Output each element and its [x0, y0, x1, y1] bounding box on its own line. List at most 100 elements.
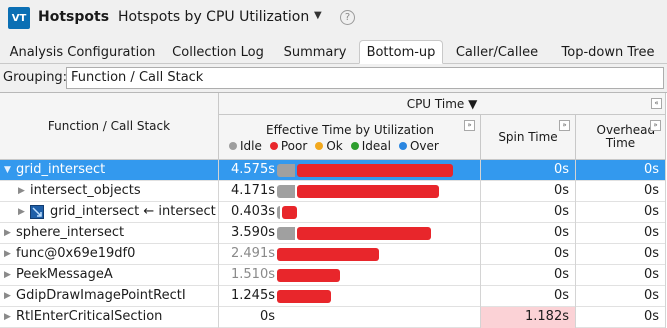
table-row[interactable]: ▼ grid_intersect 4.575s 0s 0s	[0, 160, 666, 181]
idle-time-bar	[277, 206, 280, 219]
function-name: grid_intersect	[16, 162, 106, 177]
column-header-overhead-time[interactable]: Overhead Time »	[576, 115, 666, 160]
function-cell[interactable]: ▶ PeekMessageA	[0, 265, 219, 286]
grouping-select[interactable]: Function / Call Stack	[66, 67, 664, 89]
ok-swatch	[315, 142, 324, 150]
table-row[interactable]: ▶ RtlEnterCriticalSection 0s 1.182s 0s	[0, 307, 666, 328]
effective-time-cell[interactable]: 4.171s	[219, 181, 481, 202]
overhead-time-cell[interactable]: 0s	[576, 160, 666, 181]
spin-time-cell[interactable]: 0s	[481, 160, 576, 181]
grouping-bar: Grouping: Function / Call Stack	[0, 64, 667, 92]
tab-bottom-up[interactable]: Bottom-up	[359, 40, 443, 64]
column-header-function[interactable]: Function / Call Stack	[0, 93, 219, 160]
help-icon[interactable]: ?	[340, 10, 355, 25]
tab-top-down-tree[interactable]: Top-down Tree	[553, 40, 663, 64]
idle-time-bar	[277, 185, 295, 198]
effective-time-value: 3.590s	[231, 225, 275, 240]
function-name: func@0x69e19df0	[16, 246, 136, 261]
function-name: RtlEnterCriticalSection	[16, 309, 163, 324]
tab-summary[interactable]: Summary	[277, 40, 353, 64]
tab-caller-callee[interactable]: Caller/Callee	[449, 40, 545, 64]
spin-time-cell[interactable]: 0s	[481, 181, 576, 202]
table-row[interactable]: ▶ GdipDrawImagePointRectI 1.245s 0s 0s	[0, 286, 666, 307]
overhead-time-cell[interactable]: 0s	[576, 202, 666, 223]
expand-arrow-icon[interactable]: ▶	[4, 286, 11, 306]
collapse-columns-icon[interactable]: «	[651, 98, 662, 109]
effective-time-label: Effective Time by Utilization	[265, 123, 434, 137]
poor-time-bar	[277, 269, 340, 282]
expand-arrow-icon[interactable]: ▶	[18, 202, 25, 222]
function-name: intersect_objects	[30, 183, 141, 198]
expand-arrow-icon[interactable]: ▶	[4, 244, 11, 264]
function-cell[interactable]: ▶ sphere_intersect	[0, 223, 219, 244]
table-row[interactable]: ▶ grid_intersect ← intersect 0.403s 0s 0s	[0, 202, 666, 223]
table-row[interactable]: ▶ func@0x69e19df0 2.491s 0s 0s	[0, 244, 666, 265]
expand-arrow-icon[interactable]: ▶	[4, 307, 11, 327]
function-name: grid_intersect ← intersect	[50, 204, 216, 219]
legend-ok: Ok	[315, 139, 343, 153]
function-cell[interactable]: ▶ func@0x69e19df0	[0, 244, 219, 265]
function-cell[interactable]: ▶ RtlEnterCriticalSection	[0, 307, 219, 328]
overhead-time-cell[interactable]: 0s	[576, 244, 666, 265]
function-cell[interactable]: ▶ grid_intersect ← intersect	[0, 202, 219, 223]
effective-time-cell[interactable]: 1.245s	[219, 286, 481, 307]
table-row[interactable]: ▶ PeekMessageA 1.510s 0s 0s	[0, 265, 666, 286]
effective-time-value: 1.245s	[231, 288, 275, 303]
vtune-logo: VT	[8, 7, 30, 29]
column-header-cpu-time[interactable]: CPU Time ▼ «	[219, 93, 666, 115]
poor-time-bar	[297, 227, 431, 240]
effective-time-value: 0.403s	[231, 204, 275, 219]
function-icon	[30, 205, 44, 219]
spin-time-cell[interactable]: 0s	[481, 265, 576, 286]
legend-over: Over	[398, 139, 439, 153]
expand-column-icon[interactable]: »	[559, 120, 570, 131]
effective-time-cell[interactable]: 0s	[219, 307, 481, 328]
expand-column-icon[interactable]: »	[650, 120, 661, 131]
overhead-time-cell[interactable]: 0s	[576, 181, 666, 202]
chevron-down-icon[interactable]: ▼	[314, 10, 322, 21]
poor-time-bar	[297, 185, 439, 198]
expand-arrow-icon[interactable]: ▶	[4, 223, 11, 243]
spin-time-cell[interactable]: 0s	[481, 244, 576, 265]
overhead-time-cell[interactable]: 0s	[576, 286, 666, 307]
poor-time-bar	[277, 290, 331, 303]
expand-arrow-icon[interactable]: ▶	[18, 181, 25, 201]
spin-time-cell[interactable]: 0s	[481, 223, 576, 244]
analysis-type-title[interactable]: Hotspots by CPU Utilization	[118, 9, 309, 25]
effective-time-cell[interactable]: 2.491s	[219, 244, 481, 265]
utilization-legend: Idle Poor Ok Ideal Over	[229, 139, 439, 153]
function-cell[interactable]: ▼ grid_intersect	[0, 160, 219, 181]
tab-analysis-configuration[interactable]: Analysis Configuration	[4, 40, 161, 64]
overhead-time-label: Overhead Time	[596, 123, 656, 150]
column-header-effective-time[interactable]: Effective Time by Utilization » Idle Poo…	[219, 115, 481, 160]
effective-time-value: 4.171s	[231, 183, 275, 198]
spin-time-cell[interactable]: 0s	[481, 286, 576, 307]
table-row[interactable]: ▶ intersect_objects 4.171s 0s 0s	[0, 181, 666, 202]
spin-time-cell[interactable]: 0s	[481, 202, 576, 223]
expand-arrow-icon[interactable]: ▶	[4, 265, 11, 285]
effective-time-value: 2.491s	[231, 246, 275, 261]
column-header-spin-time[interactable]: Spin Time »	[481, 115, 576, 160]
table-row[interactable]: ▶ sphere_intersect 3.590s 0s 0s	[0, 223, 666, 244]
legend-idle: Idle	[229, 139, 262, 153]
effective-time-cell[interactable]: 1.510s	[219, 265, 481, 286]
bottom-up-grid: Function / Call Stack CPU Time ▼ « Effec…	[0, 92, 667, 328]
expand-column-icon[interactable]: »	[464, 120, 475, 131]
over-swatch	[398, 142, 407, 150]
overhead-time-cell[interactable]: 0s	[576, 265, 666, 286]
cpu-time-label: CPU Time ▼	[406, 96, 478, 111]
effective-time-cell[interactable]: 3.590s	[219, 223, 481, 244]
overhead-time-cell[interactable]: 0s	[576, 223, 666, 244]
legend-poor: Poor	[269, 139, 307, 153]
tab-collection-log[interactable]: Collection Log	[165, 40, 271, 64]
legend-ideal: Ideal	[350, 139, 391, 153]
effective-time-cell[interactable]: 4.575s	[219, 160, 481, 181]
overhead-time-cell[interactable]: 0s	[576, 307, 666, 328]
ideal-swatch	[350, 142, 359, 150]
collapse-arrow-icon[interactable]: ▼	[4, 160, 11, 180]
function-cell[interactable]: ▶ GdipDrawImagePointRectI	[0, 286, 219, 307]
effective-time-cell[interactable]: 0.403s	[219, 202, 481, 223]
spin-time-cell[interactable]: 1.182s	[481, 307, 576, 328]
function-cell[interactable]: ▶ intersect_objects	[0, 181, 219, 202]
effective-time-value: 4.575s	[231, 162, 275, 177]
